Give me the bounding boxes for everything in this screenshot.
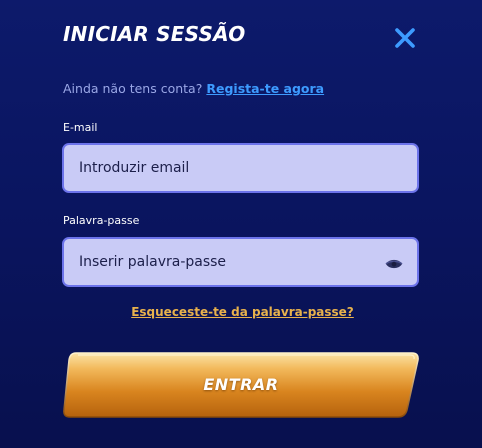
enter-button[interactable]: ENTRAR (62, 352, 420, 418)
email-field-container (62, 143, 419, 193)
forgot-password-link[interactable]: Esqueceste-te da palavra-passe? (0, 305, 482, 319)
modal-title: INICIAR SESSÃO (63, 22, 246, 46)
password-field[interactable] (79, 254, 349, 270)
show-password-toggle[interactable] (385, 256, 403, 270)
login-modal: INICIAR SESSÃO Ainda não tens conta? Regi… (0, 0, 482, 448)
enter-button-label: ENTRAR (203, 375, 279, 394)
signup-link[interactable]: Regista-te agora (206, 81, 324, 96)
close-button[interactable] (393, 26, 417, 50)
email-label: E-mail (63, 121, 98, 134)
signup-row: Ainda não tens conta? Regista-te agora (63, 81, 324, 96)
forgot-password-label: Esqueceste-te da palavra-passe? (131, 305, 354, 319)
close-icon (395, 28, 415, 48)
email-field[interactable] (79, 160, 349, 176)
password-label: Palavra-passe (63, 214, 140, 227)
eye-icon (385, 259, 403, 269)
password-field-container (62, 237, 419, 287)
signup-prompt: Ainda não tens conta? (63, 81, 203, 96)
